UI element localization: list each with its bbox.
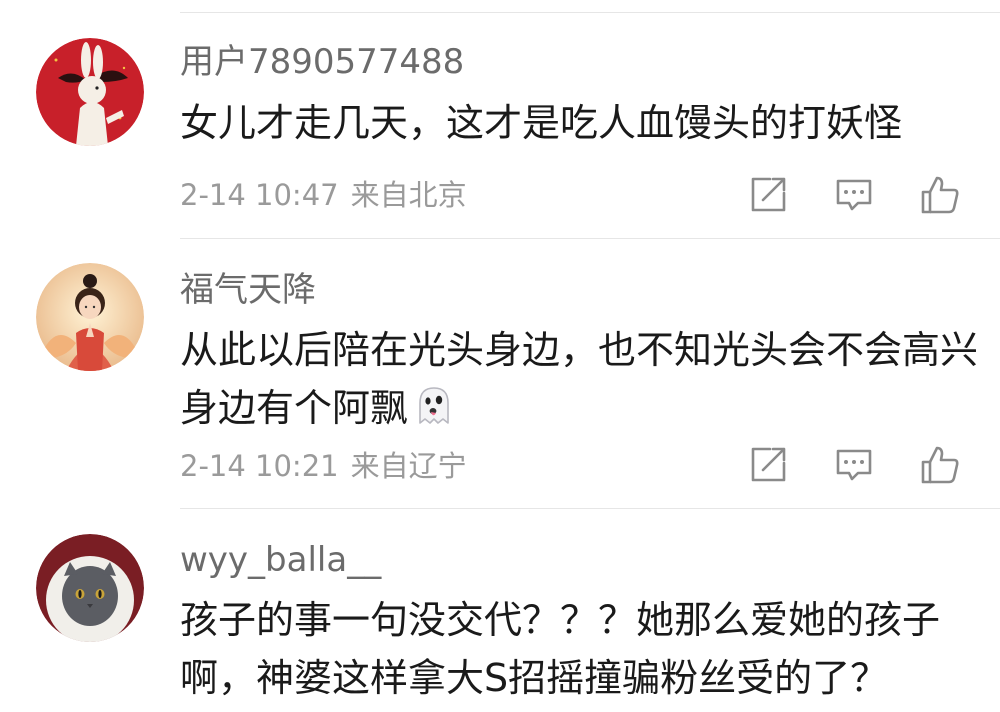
comment-time: 2-14 10:47 bbox=[180, 178, 339, 212]
avatar[interactable] bbox=[36, 534, 144, 642]
like-button[interactable] bbox=[918, 443, 962, 487]
comment-button[interactable] bbox=[832, 443, 876, 487]
comment-divider bbox=[180, 238, 1000, 239]
ghost-icon bbox=[419, 387, 449, 424]
comment-text: 孩子的事一句没交代？？？她那么爱她的孩子啊，神婆这样拿大S招摇撞骗粉丝受的了？ bbox=[180, 598, 941, 700]
share-icon bbox=[751, 447, 786, 482]
like-icon bbox=[921, 176, 959, 214]
comment-meta: 2-14 10:47 来自北京 bbox=[180, 175, 467, 215]
username[interactable]: 福气天降 bbox=[180, 268, 316, 312]
comment-icon bbox=[836, 179, 872, 211]
comment-text-content: 从此以后陪在光头身边，也不知光头会不会高兴身边有个阿飘 bbox=[180, 328, 979, 430]
share-button[interactable] bbox=[746, 173, 790, 217]
username[interactable]: wyy_balla__ bbox=[180, 538, 381, 582]
avatar[interactable] bbox=[36, 263, 144, 371]
comment-text: 女儿才走几天，这才是吃人血馒头的打妖怪 bbox=[180, 101, 903, 145]
comment-location: 来自辽宁 bbox=[350, 449, 467, 483]
like-icon bbox=[921, 446, 959, 484]
like-button[interactable] bbox=[918, 173, 962, 217]
comment-time: 2-14 10:21 bbox=[180, 449, 339, 483]
share-icon bbox=[751, 177, 786, 212]
comment-divider bbox=[180, 508, 1000, 509]
praying-girl-lotus-avatar-icon bbox=[36, 263, 144, 371]
username[interactable]: 用户7890577488 bbox=[180, 40, 464, 84]
ghost-emoji bbox=[412, 383, 456, 427]
comment-meta: 2-14 10:21 来自辽宁 bbox=[180, 446, 467, 486]
grey-cat-in-hood-avatar-icon bbox=[36, 534, 144, 642]
share-button[interactable] bbox=[746, 443, 790, 487]
comment-location: 来自北京 bbox=[350, 178, 467, 212]
red-rabbit-avatar-icon bbox=[36, 38, 144, 146]
comment-text: 从此以后陪在光头身边，也不知光头会不会高兴身边有个阿飘 bbox=[180, 321, 980, 437]
comment-icon bbox=[836, 449, 872, 481]
top-divider bbox=[180, 12, 1000, 13]
comment-button[interactable] bbox=[832, 173, 876, 217]
avatar[interactable] bbox=[36, 38, 144, 146]
